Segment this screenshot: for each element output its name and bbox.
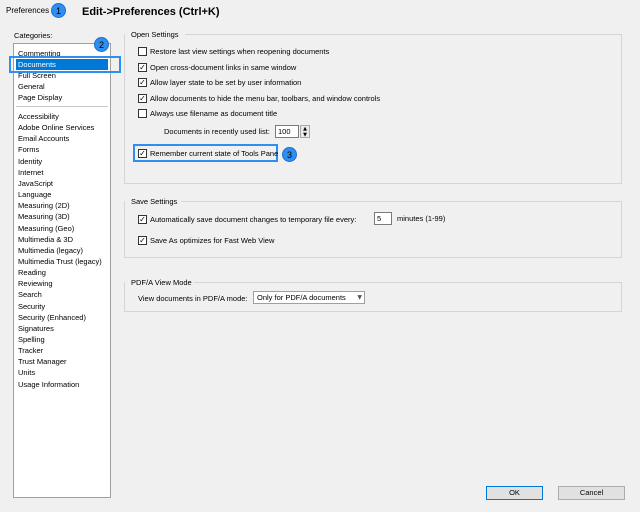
save-settings-group: Save Settings bbox=[124, 197, 622, 258]
callout-badge-2: 2 bbox=[94, 37, 109, 52]
category-divider bbox=[16, 106, 108, 107]
documents-highlight-box bbox=[9, 56, 121, 73]
open-option-4[interactable]: Always use filename as document title bbox=[138, 108, 277, 119]
category-item-javascript[interactable]: JavaScript bbox=[18, 178, 53, 189]
category-item-page-display[interactable]: Page Display bbox=[18, 92, 62, 103]
category-item-usage-information[interactable]: Usage Information bbox=[18, 379, 79, 390]
open-option-checkbox[interactable]: ✓ bbox=[138, 94, 147, 103]
category-item-internet[interactable]: Internet bbox=[18, 167, 43, 178]
open-option-2[interactable]: ✓ Allow layer state to be set by user inf… bbox=[138, 77, 301, 88]
pdfa-label: View documents in PDF/A mode: bbox=[138, 294, 248, 303]
category-item-identity[interactable]: Identity bbox=[18, 156, 42, 167]
open-option-label: Open cross-document links in same window bbox=[150, 63, 297, 72]
tools-pane-option[interactable]: ✓ Remember current state of Tools Pane bbox=[138, 148, 278, 159]
open-option-checkbox[interactable]: ✓ bbox=[138, 63, 147, 72]
category-item-measuring-3d-[interactable]: Measuring (3D) bbox=[18, 211, 70, 222]
callout-badge-1: 1 bbox=[51, 3, 66, 18]
recent-list-input[interactable]: 100 bbox=[275, 125, 299, 138]
open-option-1[interactable]: ✓ Open cross-document links in same windo… bbox=[138, 62, 296, 73]
category-item-forms[interactable]: Forms bbox=[18, 144, 39, 155]
category-item-tracker[interactable]: Tracker bbox=[18, 345, 43, 356]
pdfa-mode-select[interactable]: Only for PDF/A documents ▼ bbox=[253, 291, 365, 304]
open-settings-title: Open Settings bbox=[129, 30, 181, 39]
category-item-security-enhanced-[interactable]: Security (Enhanced) bbox=[18, 312, 86, 323]
ok-button[interactable]: OK bbox=[486, 486, 543, 500]
category-item-multimedia-3d[interactable]: Multimedia & 3D bbox=[18, 234, 73, 245]
open-option-label: Allow layer state to be set by user info… bbox=[150, 78, 302, 87]
category-item-multimedia-legacy-[interactable]: Multimedia (legacy) bbox=[18, 245, 83, 256]
open-option-checkbox[interactable]: ✓ bbox=[138, 78, 147, 87]
category-item-search[interactable]: Search bbox=[18, 289, 42, 300]
open-option-3[interactable]: ✓ Allow documents to hide the menu bar, t… bbox=[138, 93, 380, 104]
category-item-spelling[interactable]: Spelling bbox=[18, 334, 45, 345]
category-item-language[interactable]: Language bbox=[18, 189, 51, 200]
open-option-0[interactable]: Restore last view settings when reopenin… bbox=[138, 46, 329, 57]
category-item-measuring-geo-[interactable]: Measuring (Geo) bbox=[18, 223, 74, 234]
callout-badge-3: 3 bbox=[282, 147, 297, 162]
category-item-signatures[interactable]: Signatures bbox=[18, 323, 54, 334]
chevron-down-icon: ▼ bbox=[357, 294, 362, 301]
categories-list[interactable]: Commenting Documents Full Screen General Pag… bbox=[13, 43, 111, 498]
fast-web-checkbox[interactable]: ✓ bbox=[138, 236, 147, 245]
open-option-label: Always use filename as document title bbox=[150, 109, 278, 118]
recent-list-spinner[interactable]: ▲ ▼ bbox=[300, 125, 310, 138]
window-title: Preferences bbox=[6, 6, 50, 15]
category-item-accessibility[interactable]: Accessibility bbox=[18, 111, 59, 122]
categories-label: Categories: bbox=[14, 31, 53, 40]
pdfa-mode-value: Only for PDF/A documents bbox=[257, 293, 346, 302]
autosave-unit-label: minutes (1-99) bbox=[397, 214, 446, 223]
open-option-label: Restore last view settings when reopenin… bbox=[150, 47, 330, 56]
category-item-security[interactable]: Security bbox=[18, 301, 45, 312]
open-option-label: Allow documents to hide the menu bar, to… bbox=[150, 94, 381, 103]
open-option-checkbox[interactable] bbox=[138, 47, 147, 56]
fast-web-option[interactable]: ✓ Save As optimizes for Fast Web View bbox=[138, 235, 274, 246]
category-item-adobe-online-services[interactable]: Adobe Online Services bbox=[18, 122, 94, 133]
category-item-multimedia-trust-legacy-[interactable]: Multimedia Trust (legacy) bbox=[18, 256, 102, 267]
autosave-label: Automatically save document changes to t… bbox=[150, 215, 357, 224]
cancel-button[interactable]: Cancel bbox=[558, 486, 625, 500]
autosave-checkbox[interactable]: ✓ bbox=[138, 215, 147, 224]
autosave-minutes-input[interactable]: 5 bbox=[374, 212, 392, 225]
recent-list-label: Documents in recently used list: bbox=[164, 127, 270, 136]
category-item-email-accounts[interactable]: Email Accounts bbox=[18, 133, 69, 144]
tools-pane-label: Remember current state of Tools Pane bbox=[150, 149, 279, 158]
autosave-option[interactable]: ✓ Automatically save document changes to… bbox=[138, 214, 356, 225]
shortcut-annotation: Edit->Preferences (Ctrl+K) bbox=[82, 6, 220, 18]
category-item-measuring-2d-[interactable]: Measuring (2D) bbox=[18, 200, 70, 211]
category-item-reading[interactable]: Reading bbox=[18, 267, 46, 278]
category-item-reviewing[interactable]: Reviewing bbox=[18, 278, 53, 289]
save-settings-title: Save Settings bbox=[129, 197, 180, 206]
open-option-checkbox[interactable] bbox=[138, 109, 147, 118]
category-item-trust-manager[interactable]: Trust Manager bbox=[18, 356, 67, 367]
tools-pane-checkbox[interactable]: ✓ bbox=[138, 149, 147, 158]
fast-web-label: Save As optimizes for Fast Web View bbox=[150, 236, 275, 245]
pdfa-title: PDF/A View Mode bbox=[129, 278, 194, 287]
category-item-general[interactable]: General bbox=[18, 81, 45, 92]
category-item-units[interactable]: Units bbox=[18, 367, 35, 378]
